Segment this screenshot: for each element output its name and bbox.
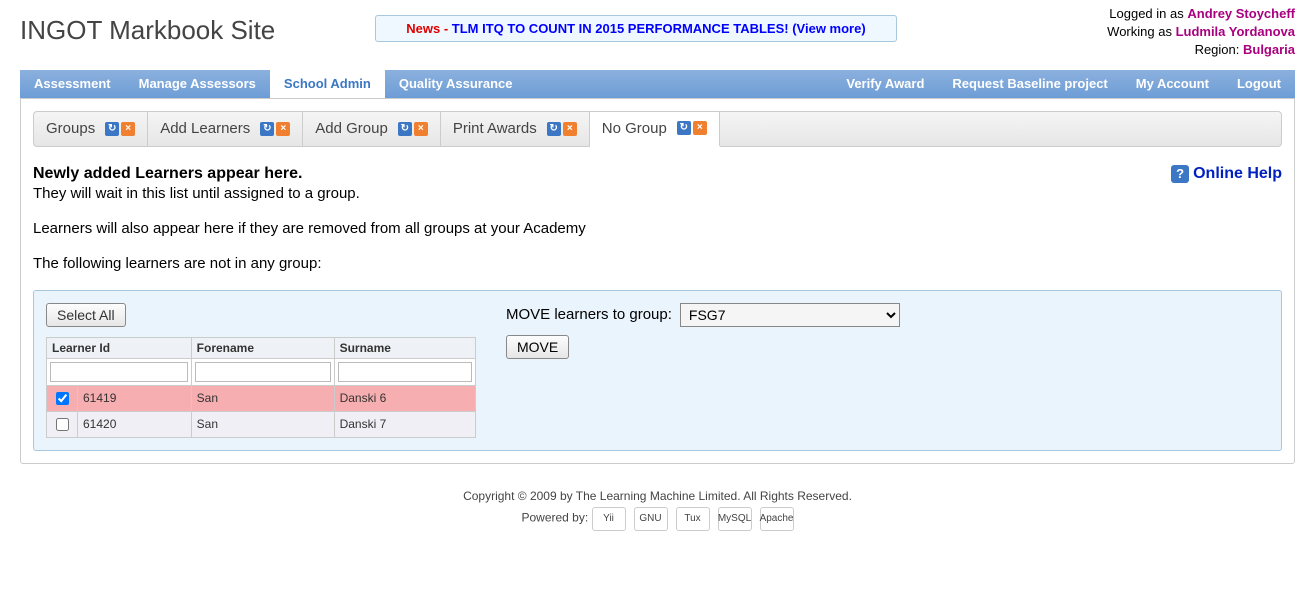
subtab[interactable]: No Group ↻× (590, 112, 720, 147)
footer-logo[interactable]: Apache (760, 507, 794, 531)
region-prefix: Region: (1195, 42, 1243, 57)
close-icon[interactable]: × (693, 121, 707, 135)
subtab-label: Print Awards (453, 120, 537, 137)
cell-forename: San (191, 385, 334, 411)
intro-line1: They will wait in this list until assign… (33, 185, 1282, 202)
news-banner[interactable]: News - TLM ITQ TO COUNT IN 2015 PERFORMA… (375, 15, 896, 42)
intro-line3: The following learners are not in any gr… (33, 255, 1282, 272)
subtab-label: Add Learners (160, 120, 250, 137)
region-link[interactable]: Bulgaria (1243, 42, 1295, 57)
content-area: Groups↻×Add Learners↻×Add Group↻×Print A… (20, 98, 1295, 464)
footer-copyright: Copyright © 2009 by The Learning Machine… (20, 489, 1295, 503)
close-icon[interactable]: × (121, 122, 135, 136)
footer-logo[interactable]: Tux (676, 507, 710, 531)
group-select[interactable]: FSG7 (680, 303, 900, 327)
subtab[interactable]: Add Group ↻× (303, 112, 441, 146)
logged-in-user-link[interactable]: Andrey Stoycheff (1187, 6, 1295, 21)
learner-column: Select All Learner Id Forename Surname (46, 303, 476, 438)
refresh-icon[interactable]: ↻ (105, 122, 119, 136)
work-box: Select All Learner Id Forename Surname (33, 290, 1282, 451)
filter-forename[interactable] (195, 362, 331, 382)
table-row: 61419SanDanski 6 (47, 385, 476, 411)
nav-item[interactable]: Request Baseline project (938, 70, 1121, 98)
nav-item[interactable]: Manage Assessors (125, 70, 270, 98)
working-as-user-link[interactable]: Ludmila Yordanova (1176, 24, 1295, 39)
move-column: MOVE learners to group: FSG7 MOVE (506, 303, 1269, 359)
subtabs: Groups↻×Add Learners↻×Add Group↻×Print A… (33, 111, 1282, 147)
cell-forename: San (191, 411, 334, 437)
nav-item[interactable]: Logout (1223, 70, 1295, 98)
close-icon[interactable]: × (563, 122, 577, 136)
cell-surname: Danski 7 (334, 411, 475, 437)
refresh-icon[interactable]: ↻ (398, 122, 412, 136)
user-info: Logged in as Andrey Stoycheff Working as… (1107, 5, 1295, 60)
refresh-icon[interactable]: ↻ (260, 122, 274, 136)
intro-text: Newly added Learners appear here. They w… (33, 165, 1282, 272)
footer: Copyright © 2009 by The Learning Machine… (20, 489, 1295, 531)
subtab-label: Add Group (315, 120, 388, 137)
cell-learner-id: 61419 (78, 385, 192, 411)
cell-learner-id: 61420 (78, 411, 192, 437)
panel-body: ? Online Help Newly added Learners appea… (33, 147, 1282, 451)
select-all-button[interactable]: Select All (46, 303, 126, 327)
footer-powered-by: Powered by: (521, 510, 588, 524)
intro-heading: Newly added Learners appear here. (33, 165, 1282, 183)
subtab[interactable]: Groups ↻× (34, 112, 148, 146)
news-label: News - (406, 21, 452, 36)
learners-table: Learner Id Forename Surname 61419SanDans… (46, 337, 476, 438)
subtab-label: Groups (46, 120, 95, 137)
table-row: 61420SanDanski 7 (47, 411, 476, 437)
th-surname[interactable]: Surname (334, 337, 475, 358)
logged-in-prefix: Logged in as (1109, 6, 1187, 21)
filter-learner-id[interactable] (50, 362, 188, 382)
intro-line2: Learners will also appear here if they a… (33, 220, 1282, 237)
close-icon[interactable]: × (276, 122, 290, 136)
filter-surname[interactable] (338, 362, 472, 382)
footer-logo[interactable]: Yii (592, 507, 626, 531)
move-button[interactable]: MOVE (506, 335, 569, 359)
nav-item[interactable]: Assessment (20, 70, 125, 98)
main-nav: AssessmentManage AssessorsSchool AdminQu… (20, 70, 1295, 98)
refresh-icon[interactable]: ↻ (677, 121, 691, 135)
th-learner-id[interactable]: Learner Id (47, 337, 192, 358)
subtab[interactable]: Print Awards ↻× (441, 112, 590, 146)
move-label: MOVE learners to group: (506, 306, 672, 323)
row-checkbox[interactable] (56, 418, 69, 431)
footer-logo[interactable]: GNU (634, 507, 668, 531)
nav-item[interactable]: Verify Award (832, 70, 938, 98)
subtab[interactable]: Add Learners ↻× (148, 112, 303, 146)
site-title: INGOT Markbook Site (20, 5, 275, 46)
close-icon[interactable]: × (414, 122, 428, 136)
th-forename[interactable]: Forename (191, 337, 334, 358)
nav-item[interactable]: School Admin (270, 70, 385, 98)
refresh-icon[interactable]: ↻ (547, 122, 561, 136)
news-text: TLM ITQ TO COUNT IN 2015 PERFORMANCE TAB… (452, 21, 866, 36)
nav-item[interactable]: My Account (1122, 70, 1223, 98)
row-checkbox[interactable] (56, 392, 69, 405)
subtab-label: No Group (602, 120, 667, 137)
online-help-label: Online Help (1193, 165, 1282, 183)
cell-surname: Danski 6 (334, 385, 475, 411)
nav-item[interactable]: Quality Assurance (385, 70, 527, 98)
header: INGOT Markbook Site News - TLM ITQ TO CO… (20, 0, 1295, 60)
online-help-link[interactable]: ? Online Help (1171, 165, 1282, 183)
footer-logo[interactable]: MySQL (718, 507, 752, 531)
working-as-prefix: Working as (1107, 24, 1175, 39)
help-icon: ? (1171, 165, 1189, 183)
